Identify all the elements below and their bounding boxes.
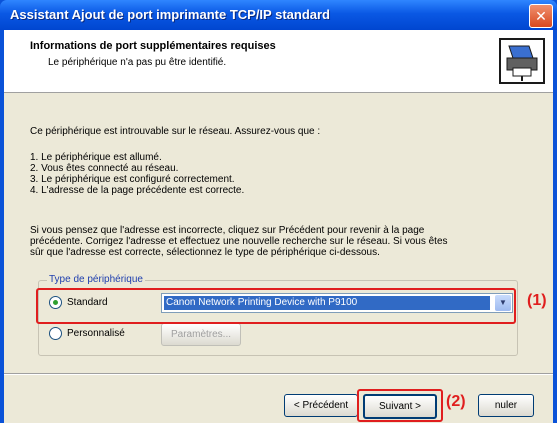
wizard-window: Assistant Ajout de port imprimante TCP/I… bbox=[0, 0, 557, 423]
custom-option[interactable]: Personnalisé bbox=[49, 327, 125, 340]
footer-separator bbox=[4, 373, 553, 374]
header-subtitle: Le périphérique n'a pas pu être identifi… bbox=[48, 57, 227, 68]
header-title: Informations de port supplémentaires req… bbox=[30, 40, 276, 52]
wizard-client-area: Informations de port supplémentaires req… bbox=[4, 30, 553, 423]
cancel-button[interactable]: nuler bbox=[478, 394, 534, 417]
title-bar: Assistant Ajout de port imprimante TCP/I… bbox=[0, 0, 557, 30]
back-button[interactable]: < Précédent bbox=[284, 394, 358, 417]
wizard-header: Informations de port supplémentaires req… bbox=[4, 30, 553, 93]
instructions-line: sûr que l'adresse est correcte, sélectio… bbox=[30, 247, 380, 258]
custom-label: Personnalisé bbox=[67, 328, 125, 339]
custom-radio[interactable] bbox=[49, 327, 62, 340]
parameters-button[interactable]: Paramètres... bbox=[161, 323, 241, 346]
next-button[interactable]: Suivant > bbox=[363, 394, 437, 419]
window-title: Assistant Ajout de port imprimante TCP/I… bbox=[10, 7, 330, 22]
highlight-frame-1 bbox=[36, 288, 516, 324]
intro-text: Ce périphérique est introuvable sur le r… bbox=[30, 126, 321, 137]
close-button[interactable]: ✕ bbox=[529, 4, 553, 28]
checklist-item: 4. L'adresse de la page précédente est c… bbox=[30, 185, 245, 196]
printer-network-icon bbox=[499, 38, 545, 84]
device-type-legend: Type de périphérique bbox=[47, 274, 145, 285]
callout-1: (1) bbox=[527, 292, 547, 310]
callout-2: (2) bbox=[446, 393, 466, 411]
